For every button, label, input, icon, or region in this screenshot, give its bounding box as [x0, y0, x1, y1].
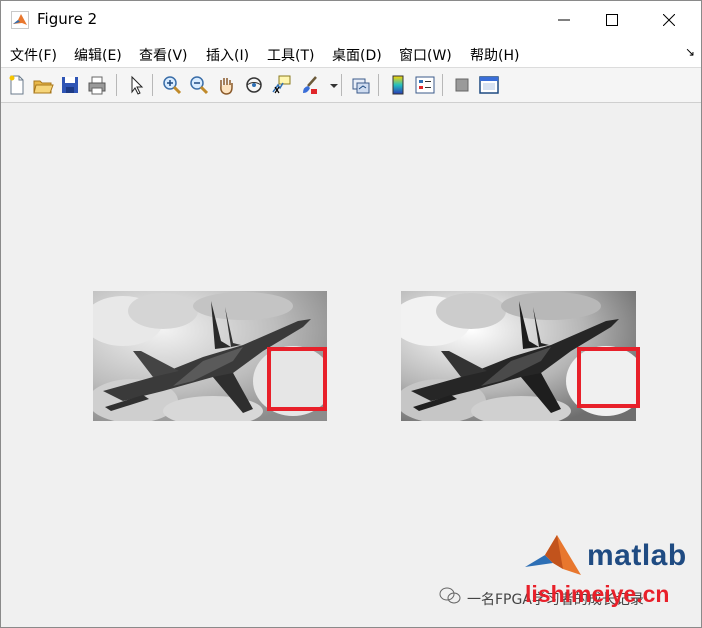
- rotate-3d-icon: [246, 77, 262, 93]
- print-button[interactable]: [86, 74, 108, 96]
- link-plot-button[interactable]: [350, 74, 372, 96]
- show-plot-tools-icon: [479, 76, 499, 94]
- brush-dropdown-button[interactable]: [323, 74, 338, 96]
- maximize-button[interactable]: [589, 1, 635, 39]
- zoom-in-button[interactable]: [161, 74, 183, 96]
- menu-edit[interactable]: 编辑(E): [74, 45, 122, 65]
- matlab-logo-text: matlab: [587, 539, 687, 572]
- data-cursor-icon: [272, 75, 291, 94]
- pan-hand-icon: [220, 78, 233, 95]
- colorbar-icon: [392, 75, 404, 95]
- save-button[interactable]: [59, 74, 81, 96]
- matlab-icon: [11, 11, 29, 29]
- open-file-button[interactable]: [32, 74, 54, 96]
- open-file-icon: [33, 80, 54, 94]
- menu-window[interactable]: 窗口(W): [399, 45, 452, 65]
- show-plot-tools-button[interactable]: [478, 74, 500, 96]
- minimize-button[interactable]: [541, 1, 587, 39]
- brush-icon: [303, 76, 317, 94]
- hide-plot-tools-button[interactable]: [451, 74, 473, 96]
- brush-button[interactable]: [298, 74, 320, 96]
- figure-toolbar: [1, 68, 701, 103]
- link-plot-icon: [352, 78, 370, 94]
- toolbar-separator: [152, 74, 153, 96]
- save-icon: [62, 77, 78, 93]
- toolbar-separator: [442, 74, 443, 96]
- close-button[interactable]: [646, 1, 692, 39]
- title-bar: Figure 2: [1, 1, 701, 39]
- select-arrow-icon: [131, 75, 144, 95]
- menu-help[interactable]: 帮助(H): [470, 45, 519, 65]
- toolbar-separator: [341, 74, 342, 96]
- dock-arrow-icon[interactable]: ↘: [685, 45, 695, 59]
- rotate-3d-button[interactable]: [243, 74, 265, 96]
- toolbar-separator: [378, 74, 379, 96]
- colorbar-button[interactable]: [387, 74, 409, 96]
- figure-window: Figure 2 文件(F) 编辑(E) 查看(V) 插入(I) 工具(T) 桌…: [0, 0, 702, 628]
- highlight-box-right: [577, 347, 640, 408]
- zoom-in-icon: [163, 76, 182, 95]
- window-title: Figure 2: [37, 10, 98, 28]
- legend-button[interactable]: [414, 74, 436, 96]
- wechat-icon: [439, 587, 461, 604]
- zoom-out-icon: [190, 76, 209, 95]
- legend-icon: [415, 76, 435, 94]
- new-figure-button[interactable]: [6, 74, 28, 96]
- maximize-icon: [606, 14, 618, 26]
- print-icon: [88, 76, 106, 95]
- hide-plot-tools-icon: [455, 78, 469, 92]
- close-icon: [663, 14, 675, 26]
- zoom-out-button[interactable]: [188, 74, 210, 96]
- data-cursor-button[interactable]: [270, 74, 292, 96]
- menu-file[interactable]: 文件(F): [10, 45, 57, 65]
- menu-desktop[interactable]: 桌面(D): [332, 45, 382, 65]
- watermark-site: lishimeiye.cn: [525, 581, 670, 607]
- menu-bar: 文件(F) 编辑(E) 查看(V) 插入(I) 工具(T) 桌面(D) 窗口(W…: [1, 39, 701, 68]
- matlab-logo-icon: [525, 535, 581, 575]
- highlight-box-left: [267, 347, 327, 411]
- minimize-icon: [558, 19, 570, 21]
- menu-tools[interactable]: 工具(T): [267, 45, 314, 65]
- pan-button[interactable]: [215, 74, 237, 96]
- menu-insert[interactable]: 插入(I): [206, 45, 249, 65]
- select-button[interactable]: [125, 74, 147, 96]
- menu-view[interactable]: 查看(V): [139, 45, 188, 65]
- new-figure-icon: [9, 75, 24, 95]
- toolbar-separator: [116, 74, 117, 96]
